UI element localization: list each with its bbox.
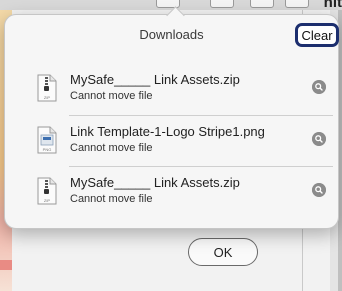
download-status: Cannot move file bbox=[70, 90, 153, 102]
downloads-popover: Downloads Clear ZIP MySafe_____ Link Ass… bbox=[4, 6, 339, 229]
download-filename: MySafe_____ Link Assets.zip bbox=[70, 175, 240, 190]
download-status: Cannot move file bbox=[70, 193, 153, 205]
downloads-title: Downloads bbox=[139, 27, 204, 42]
divider bbox=[69, 115, 333, 116]
toolbar-button[interactable] bbox=[250, 0, 274, 8]
show-in-finder-icon[interactable] bbox=[312, 132, 326, 146]
show-in-finder-icon[interactable] bbox=[312, 80, 326, 94]
background-toolbar: nit bbox=[0, 0, 342, 11]
png-file-icon: PNG bbox=[37, 126, 57, 154]
download-item[interactable]: ZIP MySafe_____ Link Assets.zip Cannot m… bbox=[37, 173, 327, 213]
zip-file-icon: ZIP bbox=[37, 74, 57, 102]
download-status: Cannot move file bbox=[70, 142, 153, 154]
divider bbox=[69, 166, 333, 167]
svg-text:PNG: PNG bbox=[43, 147, 52, 152]
toolbar-button[interactable] bbox=[210, 0, 234, 8]
show-in-finder-icon[interactable] bbox=[312, 183, 326, 197]
zip-file-icon: ZIP bbox=[37, 177, 57, 205]
download-item[interactable]: PNG Link Template-1-Logo Stripe1.png Can… bbox=[37, 122, 327, 162]
download-item[interactable]: ZIP MySafe_____ Link Assets.zip Cannot m… bbox=[37, 70, 327, 110]
download-filename: Link Template-1-Logo Stripe1.png bbox=[70, 124, 265, 139]
clear-button[interactable]: Clear bbox=[295, 23, 339, 47]
download-filename: MySafe_____ Link Assets.zip bbox=[70, 72, 240, 87]
toolbar-button[interactable] bbox=[285, 0, 309, 8]
svg-text:ZIP: ZIP bbox=[44, 95, 51, 100]
svg-text:ZIP: ZIP bbox=[44, 198, 51, 203]
ok-button[interactable]: OK bbox=[188, 238, 258, 266]
